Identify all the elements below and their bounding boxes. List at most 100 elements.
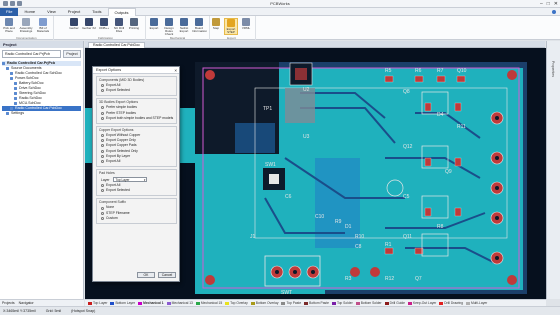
layer-name: Bottom Layer [115,301,136,305]
export-step-icon [227,19,235,27]
bill-of-materials-button[interactable]: Bill of Materials [36,18,50,35]
layer-tab[interactable]: Keep-Out Layer [408,301,436,305]
layer-tab[interactable]: Top Overlay [225,301,248,305]
dialog-close-button[interactable]: × [174,67,177,74]
maximize-button[interactable]: □ [547,1,550,7]
designator-sw1: SW1 [265,162,276,168]
close-button[interactable]: ✕ [554,1,558,7]
project-button[interactable]: Project [63,50,81,58]
tab-project[interactable]: Project [62,8,86,16]
designator-u2: U2 [303,87,310,93]
gerber-x2-button[interactable]: Gerber X2 [82,18,96,35]
dialog-title: Export Options [93,67,179,74]
layer-name: Mechanical 15 [200,301,223,305]
radio-option[interactable]: Custom [99,216,174,221]
layer-name: Bottom Solder [360,301,382,305]
radio-option[interactable]: Export All [99,159,174,164]
rules-icon [165,18,173,26]
radio-button[interactable] [101,84,104,88]
pick-place-icon [5,18,13,26]
radio-option[interactable]: Export Selected [99,188,174,193]
ok-button[interactable]: OK [137,272,155,278]
layer-dropdown[interactable]: Top Layer [113,177,148,183]
layer-name: Mechanical 13 [171,301,193,305]
export-button[interactable]: Export [147,18,161,35]
layer-tab[interactable]: Bottom Layer [110,301,135,305]
radio-button[interactable] [101,134,104,138]
group-title: Component Suffix [99,200,126,205]
document-icon [14,102,17,105]
radio-option[interactable]: Export both simple bodies and STEP model… [99,116,174,121]
minimize-button[interactable]: – [540,1,543,7]
tab-file[interactable]: File [0,7,19,16]
radio-button[interactable] [101,184,104,188]
layer-tab[interactable]: Top Layer [88,301,107,305]
radio-button[interactable] [101,144,104,148]
gerber-button[interactable]: Gerber [67,18,81,35]
designator-r9: R9 [335,219,342,225]
netlist-export-button[interactable]: Netlist Export [177,18,191,35]
tab-home[interactable]: Home [18,8,41,16]
layer-tab[interactable]: Bottom Overlay [250,301,278,305]
radio-button[interactable] [101,159,104,163]
layer-color-swatch [138,301,143,305]
radio-button[interactable] [101,89,104,93]
odb-button[interactable]: ODB++ [97,18,111,35]
window-title: PCBWorks [270,1,290,6]
radio-button[interactable] [101,154,104,158]
tab-outputs[interactable]: Outputs [107,7,136,16]
tab-view[interactable]: View [41,8,62,16]
option-label: Export Selected [106,88,130,93]
option-label: Export All [106,158,121,163]
radio-button[interactable] [101,149,104,153]
export-icon [150,18,158,26]
layer-tab[interactable]: Mechanical 1 [138,301,164,305]
drc-button[interactable]: Design Rules Check [162,18,176,36]
board-information-button[interactable]: Board Information [192,18,207,35]
group-title: 3D Bodies Export Options [99,100,139,105]
project-combo[interactable]: Radio Controlled Car.PrjPcb [2,50,61,58]
radio-button[interactable] [101,111,104,115]
layer-tab[interactable]: Top Solder [331,301,353,305]
properties-label[interactable]: Properties [551,61,555,77]
radio-button[interactable] [101,116,104,120]
cursor-coordinates: X:3465mil Y:3735mil [3,309,36,313]
radio-button[interactable] [101,211,104,215]
option-group: 3D Bodies Export Options Prefer simple bo… [96,98,177,124]
radio-button[interactable] [101,216,104,220]
layer-name: Multi-Layer [470,301,488,305]
layer-tab[interactable]: Drill Guide [384,301,405,305]
layer-color-swatch [166,301,171,305]
layer-tab[interactable]: Mechanical 15 [195,301,223,305]
ribbon: Pick and Place Assembly Drawings Bill of… [0,16,560,40]
properties-strip[interactable]: Properties [546,41,560,299]
designator-c6: C6 [285,194,292,200]
cancel-button[interactable]: Cancel [158,272,176,278]
tab-tools[interactable]: Tools [86,8,107,16]
vrml-button[interactable]: VRML [239,18,253,35]
layer-tab[interactable]: Bottom Paste [304,301,329,305]
tree-node[interactable]: Settings [2,111,81,116]
printing-button[interactable]: Printing [127,18,141,35]
nc-drill-button[interactable]: NC Drill Files [112,18,126,35]
status-bar: X:3465mil Y:3735mil Grid: 5mil (Hotspot … [0,306,560,315]
radio-button[interactable] [101,206,104,210]
help-icon[interactable] [552,10,556,14]
layer-tab[interactable]: Bottom Solder [355,301,382,305]
assembly-drawings-button[interactable]: Assembly Drawings [19,18,33,35]
layer-name: Drill Drawing [444,301,463,305]
pick-and-place-button[interactable]: Pick and Place [2,18,16,35]
radio-button[interactable] [101,189,104,193]
drill-icon [115,18,123,26]
layer-tab[interactable]: Multi-Layer [465,301,488,305]
radio-option[interactable]: Export Selected [99,88,174,93]
export-step-button[interactable]: Export STEP [224,18,238,35]
step-button[interactable]: Step [209,18,223,35]
document-icon [14,87,17,90]
radio-button[interactable] [101,139,104,143]
layer-color-swatch [88,301,92,305]
layer-tab[interactable]: Mechanical 13 [166,301,193,305]
radio-button[interactable] [101,106,104,110]
layer-tab[interactable]: Top Paste [281,301,301,305]
layer-tab[interactable]: Drill Drawing [439,301,463,305]
